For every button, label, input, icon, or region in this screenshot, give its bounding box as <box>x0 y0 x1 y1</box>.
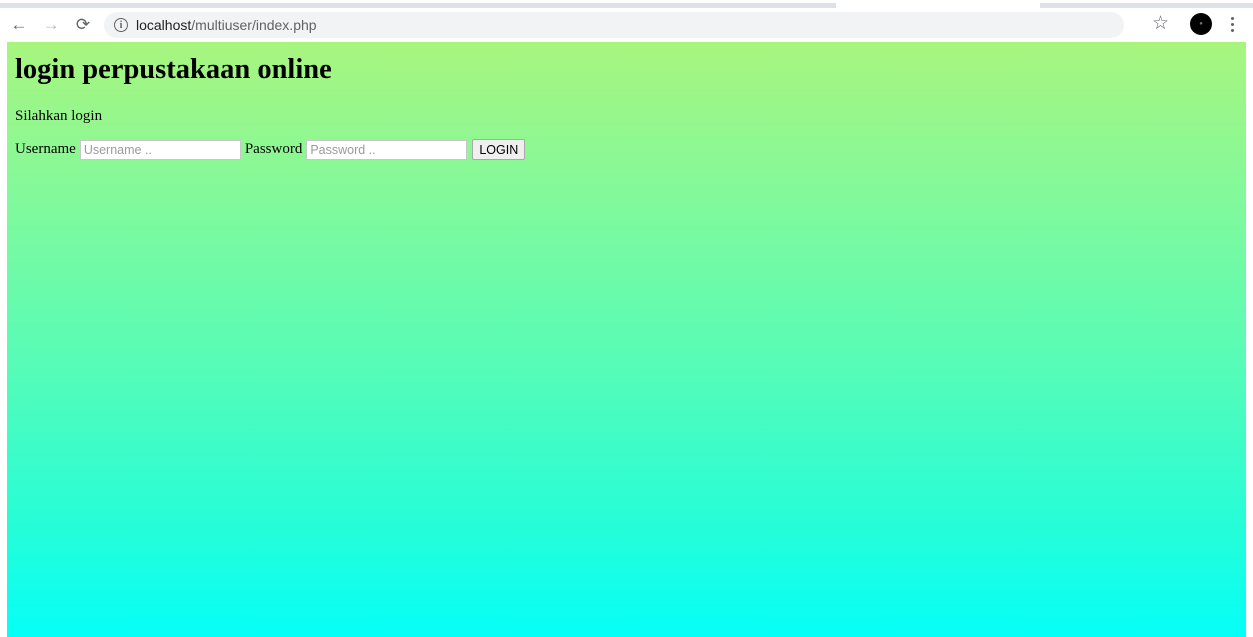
password-input[interactable] <box>306 139 468 160</box>
reload-icon[interactable]: ⟳ <box>70 12 96 38</box>
login-form: Username Password LOGIN <box>15 139 1238 160</box>
login-instruction: Silahkan login <box>15 108 103 124</box>
page-title: login perpustakaan online <box>15 54 332 85</box>
page-content: login perpustakaan online Silahkan login… <box>7 54 1246 160</box>
url-path: /multiuser/index.php <box>191 17 317 33</box>
kebab-menu-icon[interactable] <box>1226 12 1238 36</box>
username-input[interactable] <box>79 139 241 160</box>
address-bar[interactable]: i localhost/multiuser/index.php <box>104 12 1124 38</box>
password-label: Password <box>244 141 303 157</box>
tab-strip-edge <box>0 0 1253 8</box>
page-viewport: login perpustakaan online Silahkan login… <box>7 42 1246 637</box>
url-host: localhost <box>136 17 192 33</box>
username-label: Username <box>15 141 76 157</box>
arrow-right-icon[interactable]: → <box>38 12 64 38</box>
avatar[interactable]: ● <box>1190 13 1212 35</box>
star-icon[interactable]: ☆ <box>1152 12 1169 35</box>
browser-toolbar: ← → ⟳ i localhost/multiuser/index.php ☆ … <box>0 8 1253 42</box>
arrow-left-icon[interactable]: ← <box>6 12 32 38</box>
login-button[interactable]: LOGIN <box>472 139 526 160</box>
info-icon[interactable]: i <box>114 18 128 32</box>
